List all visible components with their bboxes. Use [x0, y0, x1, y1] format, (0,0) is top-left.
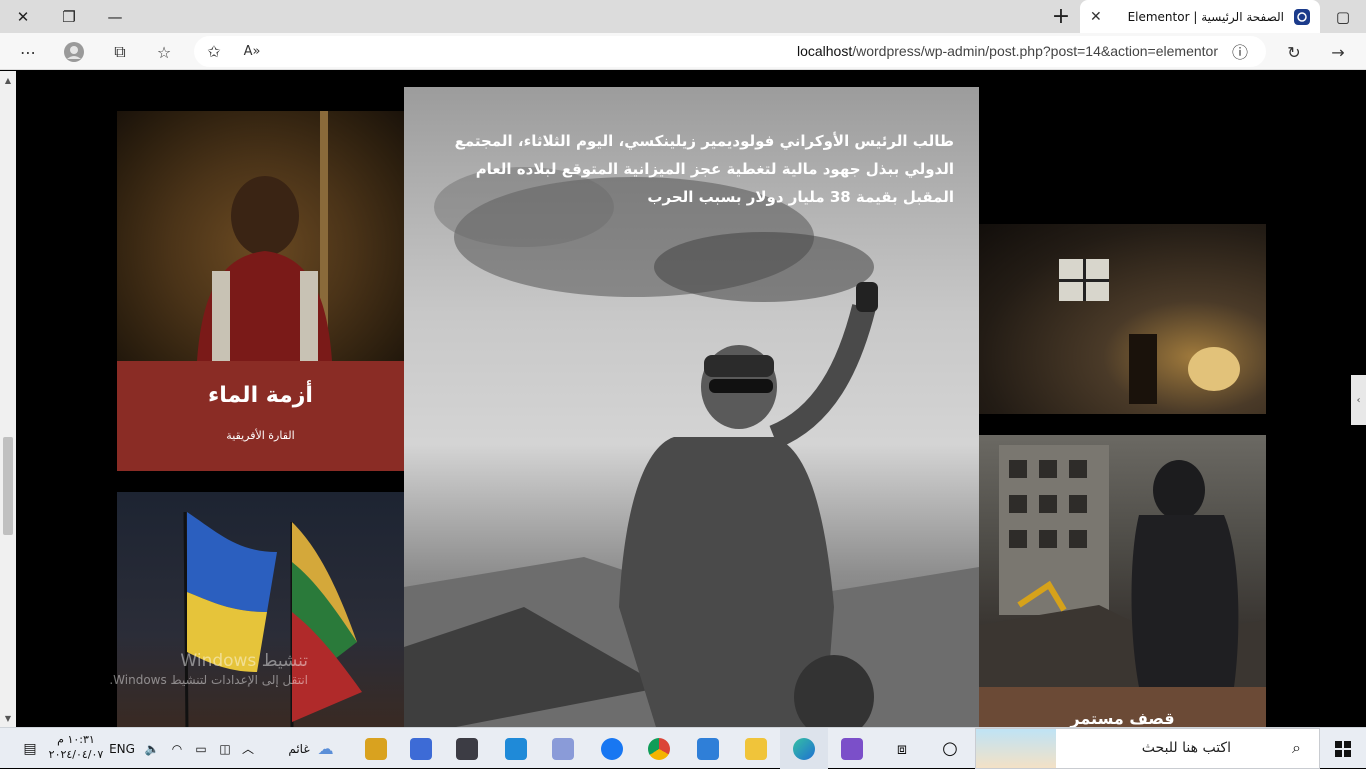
start-windows-icon[interactable] — [1320, 728, 1366, 769]
mail-icon[interactable] — [684, 728, 732, 769]
ongoing-shelling-caption[interactable]: قصف مستمر — [979, 687, 1266, 727]
battery-icon[interactable]: ▭ — [190, 728, 212, 769]
weather-label: غائم — [288, 741, 310, 756]
forward-icon[interactable]: → — [1324, 38, 1352, 66]
notifications-icon[interactable]: ▤ — [10, 728, 50, 769]
edge-icon[interactable] — [780, 728, 828, 769]
taskbar: ▤ ١٠:٣١ م ٢٠٢٤/٠٤/٠٧ ENG 🔈 ◠ ▭ ◫ ︿ غائم … — [0, 727, 1366, 769]
language-indicator[interactable]: ENG — [106, 728, 138, 769]
close-window-icon[interactable]: ✕ — [0, 0, 46, 33]
system-clock[interactable]: ١٠:٣١ م ٢٠٢٤/٠٤/٠٧ — [48, 732, 104, 762]
tab-title: الصفحة الرئيسية | Elementor — [1127, 9, 1284, 24]
url-text: localhost/wordpress/wp-admin/post.php?po… — [796, 43, 1218, 59]
water-crisis-image[interactable] — [117, 111, 404, 361]
watermark-line-2: انتقل إلى الإعدادات لتنشيط Windows. — [109, 673, 308, 687]
app-icon-3[interactable] — [443, 728, 491, 769]
bombed-city-image[interactable] — [979, 435, 1266, 687]
profile-avatar-icon[interactable] — [60, 38, 88, 66]
search-icon: ⌕ — [1292, 738, 1301, 757]
task-view-icon[interactable]: ⧈ — [878, 728, 926, 769]
volume-icon[interactable]: 🔈 — [140, 728, 164, 769]
scroll-up-icon[interactable]: ▲ — [0, 73, 16, 87]
restore-window-icon[interactable]: ❐ — [46, 0, 92, 33]
add-favorite-icon[interactable]: ✩ — [200, 37, 228, 65]
watermark-line-1: تنشيط Windows — [180, 651, 308, 671]
minimize-window-icon[interactable]: — — [92, 0, 138, 33]
tab-close-icon[interactable]: ✕ — [1090, 9, 1102, 25]
ruined-room-image[interactable] — [979, 224, 1266, 414]
panel-toggle-chevron-icon[interactable]: ‹ — [1351, 375, 1366, 425]
main-article-image[interactable]: طالب الرئيس الأوكراني فولوديمير زيلينكسي… — [404, 87, 979, 727]
address-bar[interactable]: ✩ A» localhost/wordpress/wp-admin/post.p… — [194, 36, 1266, 67]
search-highlight-image — [976, 729, 1056, 768]
network-icon[interactable]: ◠ — [166, 728, 188, 769]
visual-studio-icon[interactable] — [828, 728, 876, 769]
water-crisis-caption[interactable]: أزمة الماء القارة الأفريقية — [117, 361, 404, 471]
new-tab-button[interactable]: + — [1044, 0, 1078, 33]
vertical-scrollbar[interactable]: ▲ ▼ — [0, 71, 16, 727]
tab-actions-icon[interactable]: ▢ — [1320, 0, 1366, 33]
read-aloud-icon[interactable]: A» — [238, 37, 266, 65]
chrome-icon[interactable] — [635, 728, 683, 769]
water-crisis-subtitle: القارة الأفريقية — [226, 429, 295, 442]
navigation-bar: ⋯ ⧉ ☆ ✩ A» localhost/wordpress/wp-admin/… — [0, 33, 1366, 70]
app-icon-5[interactable] — [539, 728, 587, 769]
browser-tab[interactable]: الصفحة الرئيسية | Elementor ✕ — [1080, 0, 1320, 33]
facebook-icon[interactable] — [588, 728, 636, 769]
more-menu-icon[interactable]: ⋯ — [14, 38, 42, 66]
clock-date: ٢٠٢٤/٠٤/٠٧ — [48, 748, 104, 761]
search-placeholder: اكتب هنا للبحث — [1141, 740, 1231, 756]
file-explorer-icon[interactable] — [732, 728, 780, 769]
show-hidden-icons-icon[interactable]: ︿ — [237, 728, 259, 769]
main-article-text: طالب الرئيس الأوكراني فولوديمير زيلينكسي… — [454, 132, 954, 206]
ongoing-shelling-title: قصف مستمر — [1070, 709, 1175, 727]
collections-icon[interactable]: ⧉ — [106, 38, 134, 66]
elementor-favicon-icon — [1294, 8, 1310, 25]
page-content: ▲ ▼ أزمة الماء القارة الأفريقية طالب الر… — [0, 71, 1366, 727]
app-icon-2[interactable] — [397, 728, 445, 769]
app-icon-1[interactable] — [352, 728, 400, 769]
site-info-icon[interactable]: ⓘ — [1226, 37, 1254, 65]
taskbar-search-box[interactable]: اكتب هنا للبحث ⌕ — [975, 728, 1320, 769]
favorites-icon[interactable]: ☆ — [150, 38, 178, 66]
scroll-down-icon[interactable]: ▼ — [0, 711, 16, 725]
water-crisis-title: أزمة الماء — [208, 383, 313, 408]
meet-now-icon[interactable]: ◫ — [214, 728, 236, 769]
clock-time: ١٠:٣١ م — [57, 733, 95, 746]
refresh-icon[interactable]: ↻ — [1280, 38, 1308, 66]
vscode-icon[interactable] — [492, 728, 540, 769]
cloud-icon: ☁ — [317, 739, 334, 758]
weather-widget[interactable]: غائم ☁ — [276, 728, 346, 769]
scrollbar-thumb[interactable] — [3, 437, 13, 535]
cortana-icon[interactable]: ○ — [926, 728, 974, 769]
windows-activation-watermark: تنشيط Windows انتقل إلى الإعدادات لتنشيط… — [68, 651, 308, 687]
flags-protest-image[interactable] — [117, 492, 404, 727]
title-bar: ✕ ❐ — + الصفحة الرئيسية | Elementor ✕ ▢ — [0, 0, 1366, 33]
